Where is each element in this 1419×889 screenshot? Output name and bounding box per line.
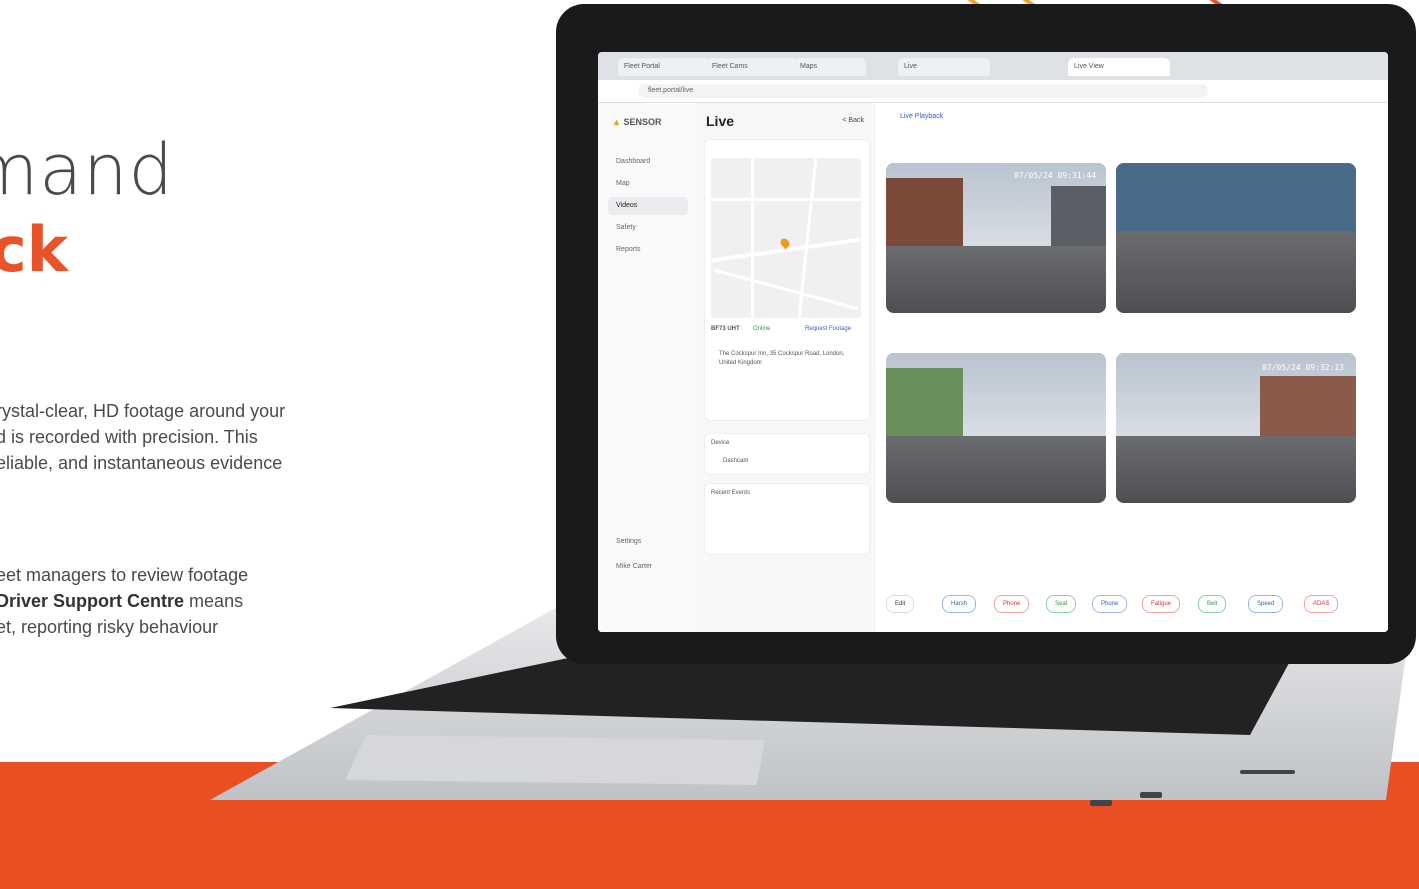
sidebar-item-dashboard[interactable]: Dashboard bbox=[608, 153, 688, 171]
harsh-button[interactable]: Harsh bbox=[942, 595, 977, 613]
main-header: Live Playback bbox=[900, 113, 944, 120]
support-line-1: eet managers to review footage bbox=[0, 565, 249, 585]
cam-road bbox=[1116, 230, 1356, 313]
recent-events-title: Recent Events bbox=[711, 490, 751, 496]
support-line-2-tail: means bbox=[184, 591, 244, 611]
laptop-screen: Fleet Portal Fleet Cams Maps Live Live V… bbox=[598, 52, 1388, 632]
phone-button-2[interactable]: Phone bbox=[1092, 595, 1128, 613]
intro-line-3: eliable, and instantaneous evidence bbox=[0, 453, 283, 473]
browser-tab[interactable]: Live bbox=[898, 58, 990, 76]
map-road bbox=[751, 158, 754, 318]
edit-button[interactable]: Edit bbox=[886, 595, 915, 613]
support-line-2: Driver Support Centre means bbox=[0, 588, 420, 614]
camera-feed-rear[interactable]: 07/05/24 09:32:13 bbox=[1116, 353, 1356, 503]
adas-button[interactable]: ADAS bbox=[1304, 595, 1339, 613]
hero-headline: mand ck bbox=[0, 130, 260, 290]
browser-tab[interactable]: Fleet Cams bbox=[706, 58, 798, 76]
camera-feed-cabin[interactable] bbox=[886, 353, 1106, 503]
phone-button[interactable]: Phone bbox=[994, 595, 1030, 613]
status-badge: Online bbox=[753, 326, 771, 332]
laptop-trackpad bbox=[345, 735, 765, 785]
camera-feed-side[interactable] bbox=[1116, 163, 1356, 313]
request-footage-button[interactable]: Request Footage bbox=[805, 326, 851, 332]
live-playback-main: Live Playback 07/05/24 09:31:44 07/05/24… bbox=[876, 103, 1388, 632]
support-line-3: et, reporting risky behaviour bbox=[0, 617, 219, 637]
intro-line-1: rystal-clear, HD footage around your bbox=[0, 401, 286, 421]
map-road bbox=[713, 268, 859, 311]
fatigue-button[interactable]: Fatigue bbox=[1142, 595, 1181, 613]
sidebar-item-reports[interactable]: Reports bbox=[608, 241, 688, 259]
app-window: ▲ SENSOR Dashboard Map Videos Safety Rep… bbox=[598, 103, 1388, 632]
cam-road bbox=[886, 435, 1106, 503]
device-name: Dashcam bbox=[723, 458, 749, 464]
browser-tab[interactable]: Fleet Portal bbox=[618, 58, 710, 76]
address-input[interactable]: fleet.portal/live bbox=[638, 84, 1208, 98]
cam-road bbox=[886, 245, 1106, 313]
support-paragraph: eet managers to review footage Driver Su… bbox=[0, 562, 420, 640]
sidebar-item-settings[interactable]: Settings bbox=[608, 533, 688, 551]
sidebar-item-safety[interactable]: Safety bbox=[608, 219, 688, 237]
belt-button[interactable]: Belt bbox=[1198, 595, 1227, 613]
recent-events-card: Recent Events bbox=[704, 483, 870, 555]
browser-tab-active[interactable]: Live View bbox=[1068, 58, 1170, 76]
map-road bbox=[711, 198, 861, 201]
address-text: The Cockspur Inn, 35 Cockspur Road, Lond… bbox=[719, 351, 845, 366]
cam-road bbox=[1116, 435, 1356, 503]
intro-line-4: . bbox=[0, 476, 420, 502]
usb-port-icon bbox=[1090, 800, 1112, 806]
sidebar-item-map[interactable]: Map bbox=[608, 175, 688, 193]
map-card: BF73 UHT Online Request Footage The Cock… bbox=[704, 139, 870, 421]
headline-line-1: mand bbox=[0, 130, 174, 211]
page-title: Live bbox=[706, 113, 735, 129]
camera-timestamp: 07/05/24 09:31:44 bbox=[1014, 171, 1096, 180]
driver-support-centre-text: Driver Support Centre bbox=[0, 591, 185, 611]
map-view[interactable] bbox=[711, 158, 861, 318]
headline-line-2: ck bbox=[0, 213, 68, 286]
usb-port-icon bbox=[1140, 792, 1162, 798]
browser-urlbar: fleet.portal/live bbox=[598, 80, 1388, 103]
speed-button[interactable]: Speed bbox=[1248, 595, 1284, 613]
device-section-title: Device bbox=[711, 440, 730, 446]
card-slot-icon bbox=[1240, 770, 1295, 774]
browser-tab[interactable]: Maps bbox=[794, 58, 866, 76]
sidebar-item-videos[interactable]: Videos bbox=[608, 197, 688, 215]
camera-feed-front[interactable]: 07/05/24 09:31:44 bbox=[886, 163, 1106, 313]
app-sidebar: ▲ SENSOR Dashboard Map Videos Safety Rep… bbox=[598, 103, 697, 632]
logo-text: SENSOR bbox=[623, 117, 662, 127]
seat-button[interactable]: Seat bbox=[1046, 595, 1077, 613]
intro-line-2: d is recorded with precision. This bbox=[0, 427, 258, 447]
user-menu[interactable]: Mike Carter bbox=[608, 558, 688, 576]
vehicle-reg: BF73 UHT bbox=[711, 326, 740, 332]
intro-paragraph: rystal-clear, HD footage around your d i… bbox=[0, 398, 420, 502]
back-button[interactable]: < Back bbox=[842, 117, 864, 124]
device-card: Device Dashcam bbox=[704, 433, 870, 475]
live-panel: Live < Back BF73 UHT Online Request Foot… bbox=[696, 103, 877, 632]
browser-tabbar: Fleet Portal Fleet Cams Maps Live Live V… bbox=[598, 52, 1388, 80]
camera-timestamp: 07/05/24 09:32:13 bbox=[1262, 363, 1344, 372]
app-logo: ▲ SENSOR bbox=[612, 117, 662, 127]
